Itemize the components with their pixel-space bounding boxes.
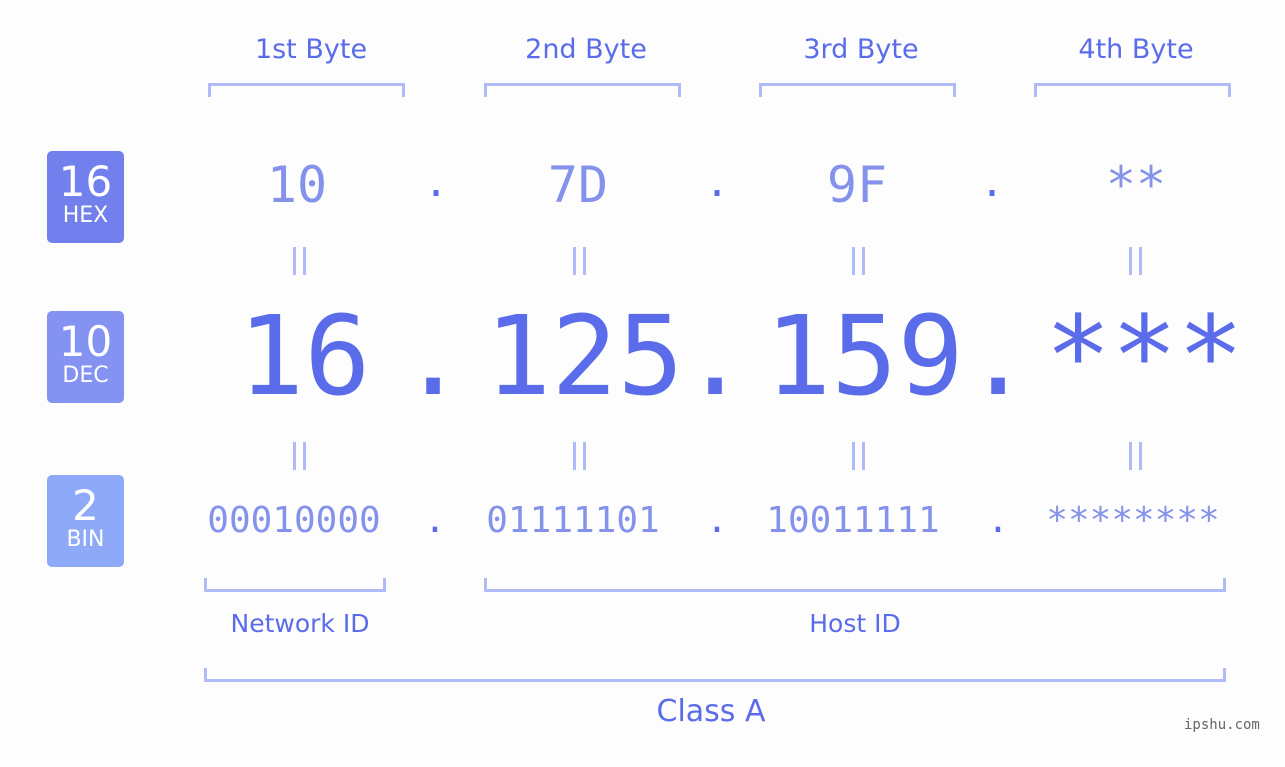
dec-separator-3: . [965,292,1032,420]
equals-icon [573,247,587,275]
equals-icon [573,442,587,470]
equals-icon [852,247,866,275]
watermark: ipshu.com [1184,717,1260,733]
byte-label-2: 2nd Byte [525,34,647,65]
dec-badge: 10 DEC [47,311,124,403]
network-id-label: Network ID [230,609,370,638]
hex-badge-label: HEX [62,203,109,228]
dec-byte-2: 125 [485,292,684,420]
equals-icon [1129,247,1143,275]
class-label: Class A [656,694,766,729]
byte-bracket-1 [208,83,405,97]
bin-byte-1: 00010000 [207,500,381,541]
equals-icon [852,442,866,470]
byte-bracket-3 [759,83,956,97]
dec-separator-2: . [682,292,749,420]
hex-badge: 16 HEX [47,151,124,243]
equals-icon [293,442,307,470]
hex-separator-1: . [423,160,449,206]
host-id-label: Host ID [809,609,901,638]
dec-separator-1: . [400,292,467,420]
byte-label-1: 1st Byte [254,34,368,65]
hex-byte-3: 9F [826,156,888,214]
byte-label-4: 4th Byte [1078,34,1194,65]
bin-byte-2: 01111101 [486,500,660,541]
network-id-bracket [204,578,386,592]
dec-byte-1: 16 [238,292,371,420]
dec-badge-label: DEC [62,363,109,388]
dec-byte-3: 159 [765,292,964,420]
hex-byte-4: ** [1105,156,1167,214]
byte-bracket-4 [1034,83,1231,97]
bin-byte-4: ******** [1046,500,1220,541]
hex-badge-base: 16 [58,157,113,206]
bin-badge-label: BIN [66,527,105,552]
hex-separator-3: . [979,160,1005,206]
dec-badge-base: 10 [58,317,113,366]
equals-icon [293,247,307,275]
hex-byte-2: 7D [547,156,609,214]
hex-byte-1: 10 [266,156,328,214]
bin-byte-3: 10011111 [766,500,940,541]
bin-badge: 2 BIN [47,475,124,567]
byte-label-3: 3rd Byte [803,34,919,65]
bin-badge-base: 2 [72,481,99,530]
host-id-bracket [484,578,1226,592]
class-bracket [204,668,1226,682]
equals-icon [1129,442,1143,470]
byte-bracket-2 [484,83,681,97]
dec-byte-4: *** [1045,292,1244,420]
